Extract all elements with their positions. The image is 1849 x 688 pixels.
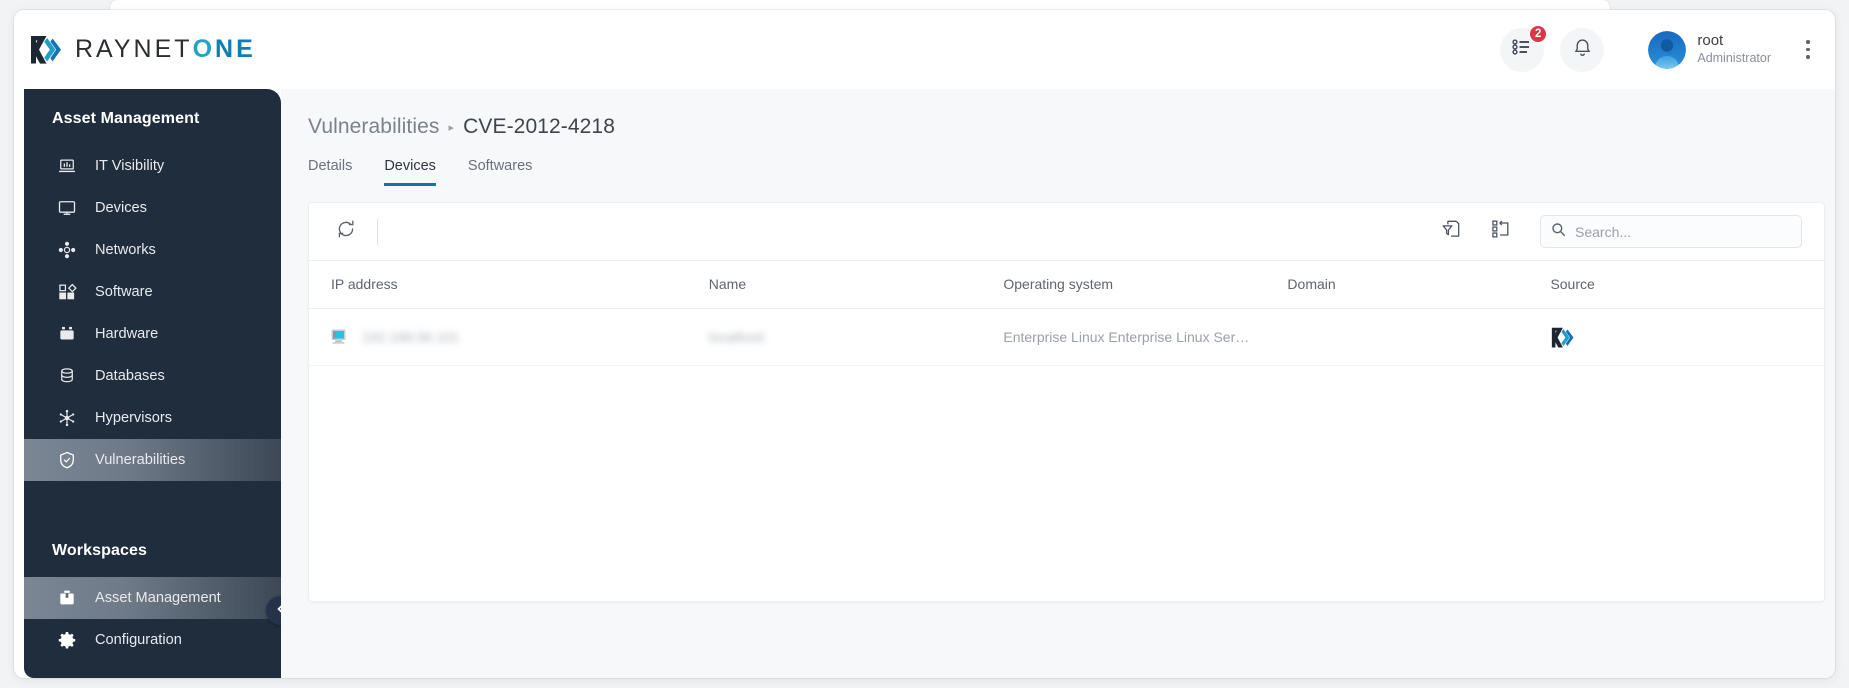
monitor-icon	[56, 197, 78, 219]
column-header-domain[interactable]: Domain	[1287, 261, 1551, 309]
hardware-box-icon	[56, 323, 78, 345]
column-settings-button[interactable]	[1486, 217, 1516, 247]
device-monitor-icon	[331, 329, 348, 345]
table-toolbar	[309, 203, 1824, 261]
sidebar-item-databases[interactable]: Databases	[24, 355, 281, 397]
user-name: root	[1697, 32, 1724, 50]
name-value: localhost	[708, 329, 765, 345]
laptop-chart-icon	[56, 155, 78, 177]
sidebar-workspace-asset-management[interactable]: Asset Management	[24, 577, 281, 619]
tab-devices[interactable]: Devices	[384, 158, 436, 186]
brand-wordmark: RAYNETONE	[75, 35, 256, 64]
sidebar-item-label: Hardware	[95, 326, 159, 342]
refresh-icon	[335, 218, 357, 245]
sidebar-item-label: IT Visibility	[95, 158, 165, 174]
column-header-name[interactable]: Name	[708, 261, 1004, 309]
column-header-operating-system[interactable]: Operating system	[1003, 261, 1288, 309]
filter-button[interactable]	[1436, 217, 1466, 247]
filter-document-icon	[1440, 218, 1462, 245]
sidebar-workspaces-title: Workspaces	[52, 542, 147, 559]
app-header: RAYNETONE 2 root Administrator	[14, 10, 1835, 89]
breadcrumb-separator-icon: ▸	[448, 121, 455, 134]
raynet-logo-mark-icon	[28, 33, 64, 67]
sidebar-item-label: Software	[95, 284, 153, 300]
sidebar-item-label: Databases	[95, 368, 165, 384]
tab-bar: Details Devices Softwares	[308, 158, 1819, 186]
brand-raynet: RAYNET	[75, 35, 193, 63]
sidebar-item-label: Networks	[95, 242, 156, 258]
operating-system-value: Enterprise Linux Enterprise Linux Ser…	[1003, 329, 1250, 345]
sidebar-item-it-visibility[interactable]: IT Visibility	[24, 145, 281, 187]
column-header-source[interactable]: Source	[1550, 261, 1824, 309]
user-identity: root Administrator	[1697, 32, 1771, 66]
chevron-left-icon	[275, 603, 281, 618]
sidebar-section-title: Asset Management	[52, 110, 200, 127]
cell-domain	[1287, 308, 1551, 366]
network-nodes-icon	[56, 239, 78, 261]
table-header-row: IP address Name Operating system Domain …	[309, 261, 1824, 309]
cell-name: localhost	[708, 308, 1004, 366]
user-menu[interactable]: root Administrator	[1648, 30, 1771, 69]
snowflake-icon	[56, 407, 78, 429]
application-window: RAYNETONE 2 root Administrator Asset Man…	[14, 10, 1835, 678]
sidebar-item-label: Devices	[95, 200, 147, 216]
breadcrumb: Vulnerabilities ▸ CVE-2012-4218	[308, 115, 1819, 139]
sidebar-workspace-configuration[interactable]: Configuration	[24, 619, 281, 661]
sidebar-item-label: Vulnerabilities	[95, 452, 186, 468]
squares-diamond-icon	[56, 281, 78, 303]
table-body: 192.168.56.101 localhost Enterprise Linu…	[309, 308, 1824, 366]
sidebar-item-label: Hypervisors	[95, 410, 173, 426]
ip-address-value: 192.168.56.101	[362, 329, 460, 345]
search-input[interactable]	[1575, 223, 1791, 240]
database-icon	[56, 365, 78, 387]
search-icon	[1551, 222, 1566, 242]
outer-window-strip	[110, 0, 1610, 10]
task-list-button[interactable]: 2	[1500, 23, 1549, 72]
cell-source	[1550, 308, 1824, 366]
column-settings-icon	[1490, 218, 1512, 245]
sidebar-workspace-label: Asset Management	[95, 590, 221, 606]
brand-ne: NE	[215, 35, 256, 63]
header-actions: 2 root Administrator	[1500, 10, 1819, 89]
breadcrumb-current: CVE-2012-4218	[463, 115, 615, 138]
overflow-menu-button[interactable]	[1797, 35, 1819, 65]
sidebar-item-devices[interactable]: Devices	[24, 187, 281, 229]
vertical-dots-icon	[1806, 40, 1810, 44]
notifications-button[interactable]	[1560, 27, 1605, 72]
bell-icon	[1572, 37, 1593, 63]
sidebar-item-hypervisors[interactable]: Hypervisors	[24, 397, 281, 439]
column-header-ip-address[interactable]: IP address	[309, 261, 709, 309]
sidebar-item-networks[interactable]: Networks	[24, 229, 281, 271]
raynet-logo-mark-icon	[1550, 326, 1574, 348]
tab-details[interactable]: Details	[308, 158, 352, 186]
avatar	[1648, 30, 1687, 69]
sidebar: Asset Management IT Visibility Devices N…	[24, 89, 281, 678]
devices-table: IP address Name Operating system Domain …	[309, 261, 1824, 366]
table-row[interactable]: 192.168.56.101 localhost Enterprise Linu…	[309, 308, 1824, 366]
brand-o: O	[192, 35, 216, 63]
sidebar-workspace-label: Configuration	[95, 632, 182, 648]
tab-softwares[interactable]: Softwares	[468, 158, 532, 186]
main-content: Vulnerabilities ▸ CVE-2012-4218 Details …	[281, 89, 1835, 678]
toolbar-divider	[377, 218, 378, 245]
brand-logo[interactable]: RAYNETONE	[28, 33, 256, 67]
cell-operating-system: Enterprise Linux Enterprise Linux Ser…	[1003, 308, 1288, 366]
shield-check-icon	[56, 449, 78, 471]
user-role: Administrator	[1697, 51, 1771, 66]
gear-icon	[56, 629, 78, 651]
briefcase-icon	[56, 587, 78, 609]
task-badge-count: 2	[1527, 23, 1549, 44]
ip-cell-content: 192.168.56.101	[331, 329, 709, 345]
table-head: IP address Name Operating system Domain …	[309, 261, 1824, 309]
devices-table-card: IP address Name Operating system Domain …	[308, 202, 1825, 602]
breadcrumb-parent[interactable]: Vulnerabilities	[308, 115, 439, 139]
search-box[interactable]	[1540, 215, 1802, 248]
toolbar-right-group	[1436, 215, 1802, 248]
sidebar-item-hardware[interactable]: Hardware	[24, 313, 281, 355]
cell-ip-address: 192.168.56.101	[309, 308, 709, 366]
refresh-button[interactable]	[331, 217, 361, 247]
sidebar-item-software[interactable]: Software	[24, 271, 281, 313]
sidebar-item-vulnerabilities[interactable]: Vulnerabilities	[24, 439, 281, 481]
